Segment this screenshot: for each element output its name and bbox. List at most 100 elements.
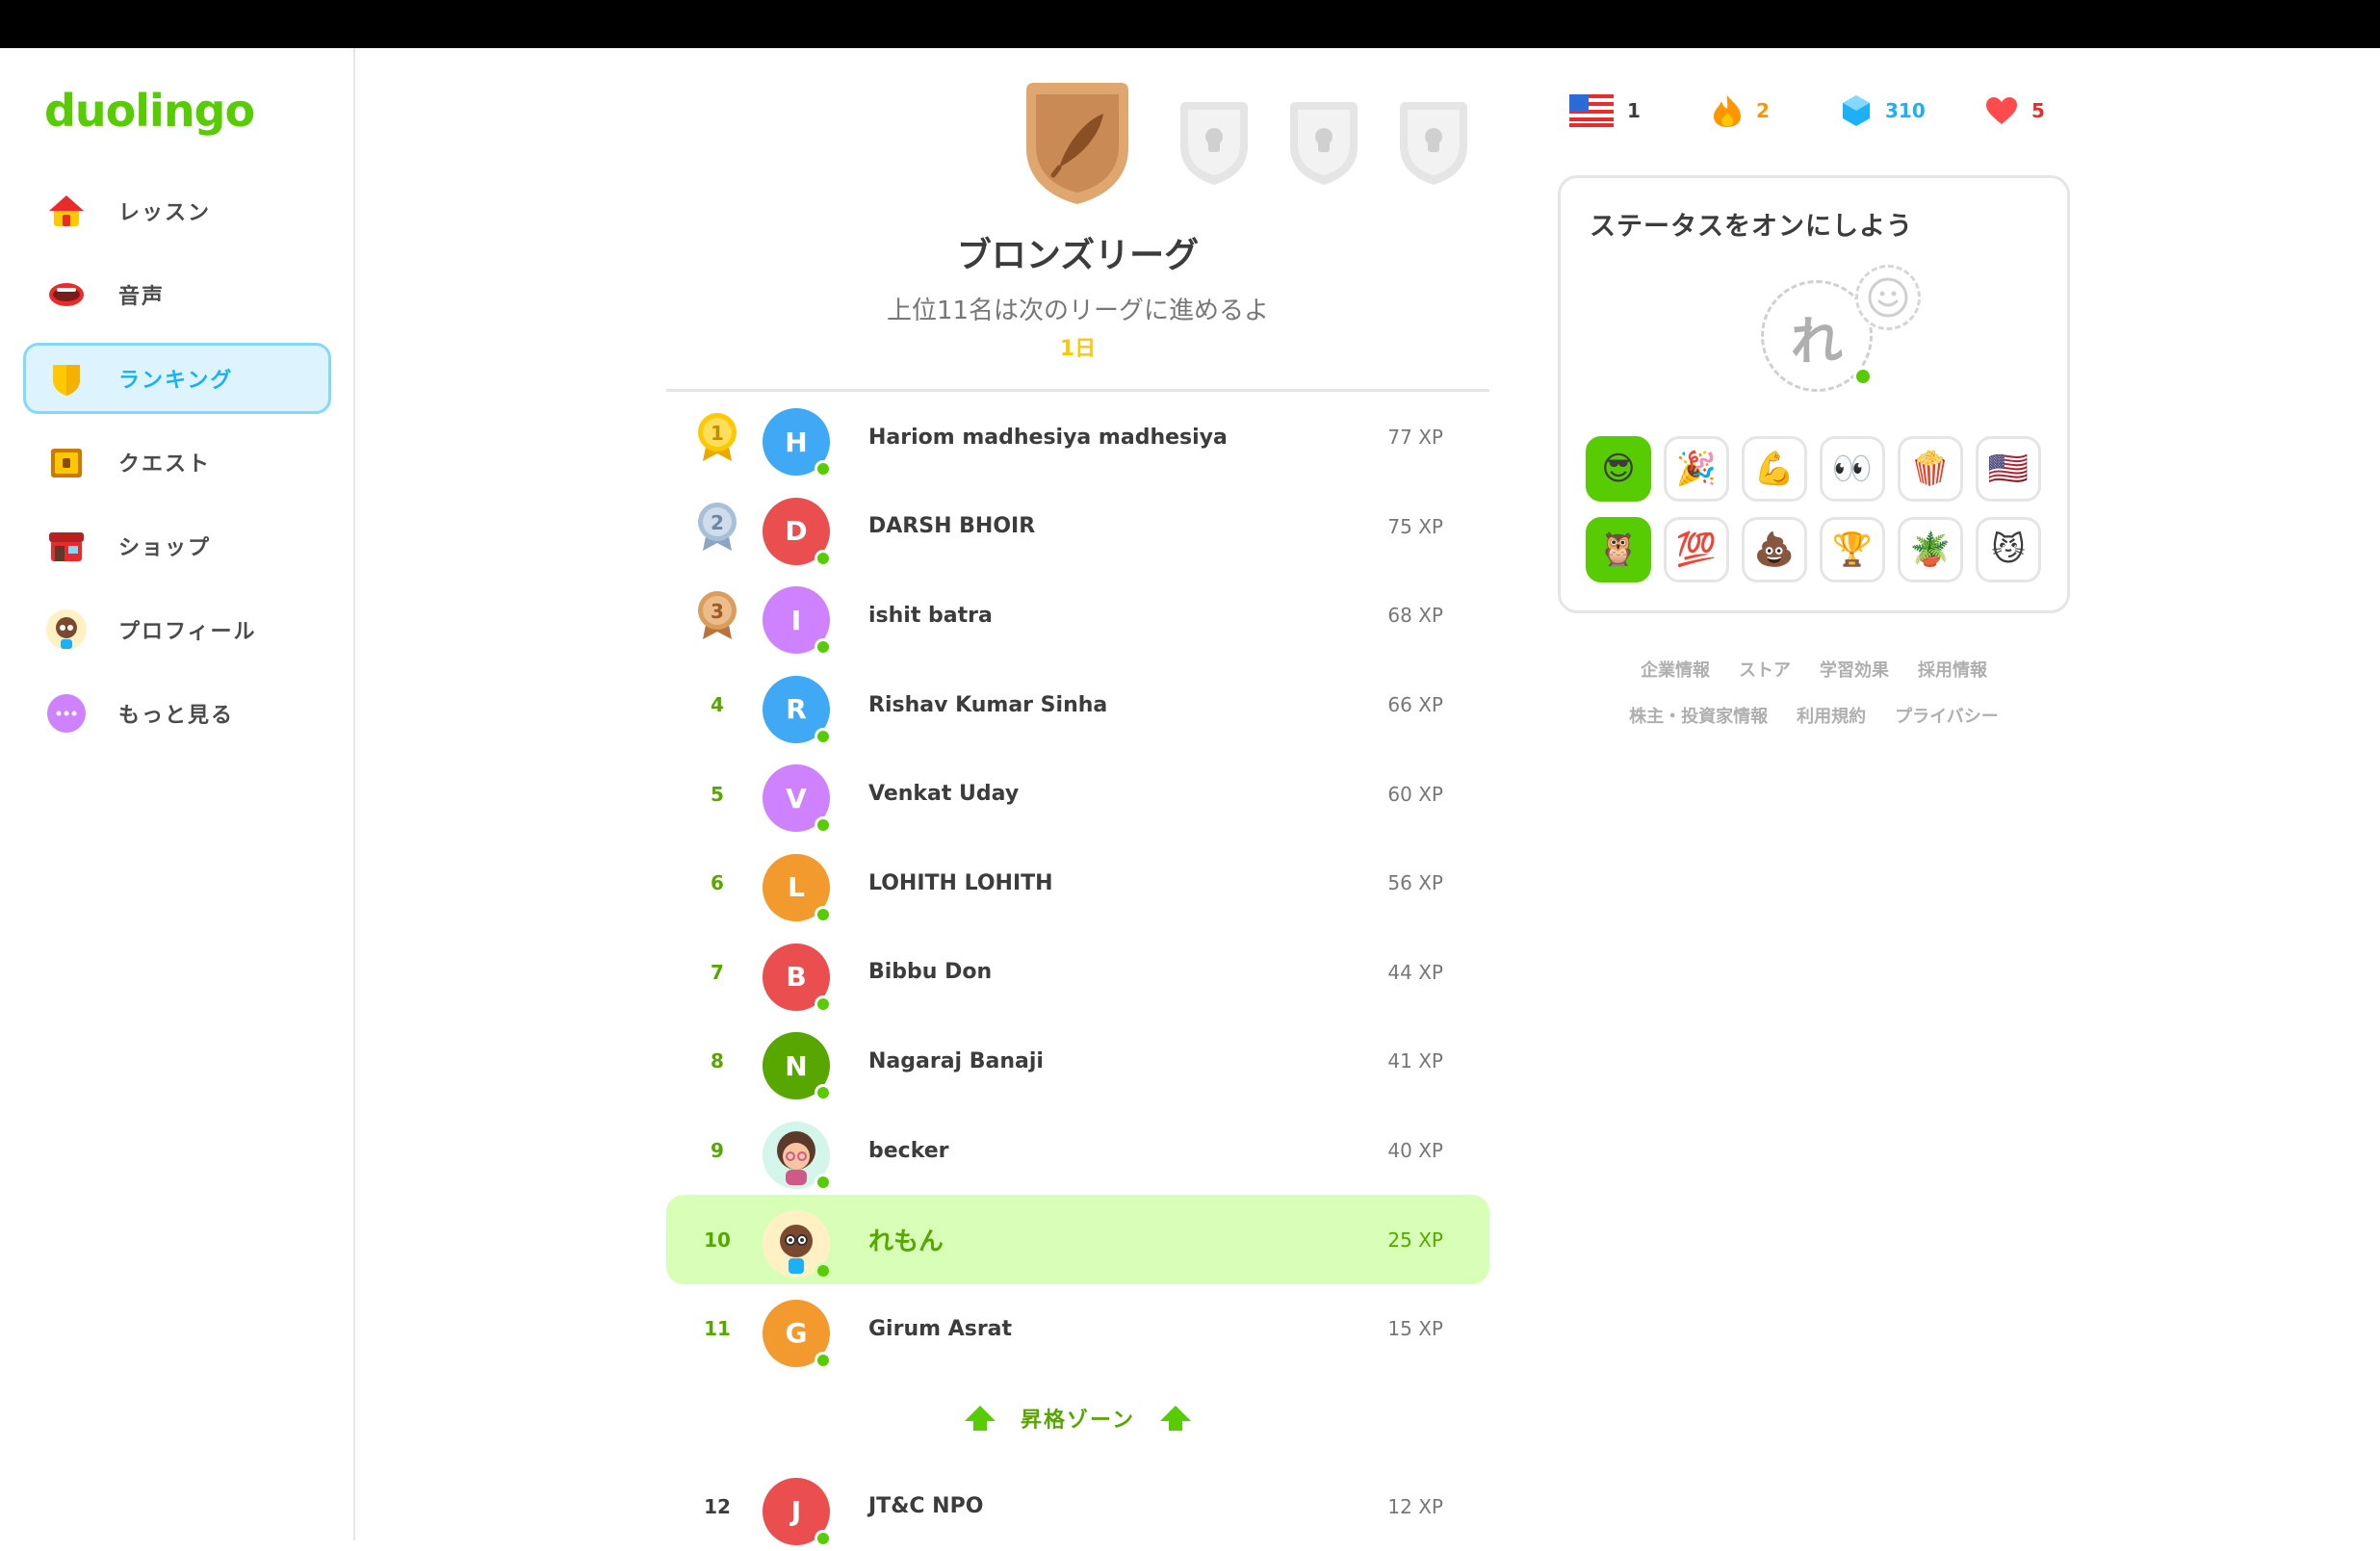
user-xp: 68 XP — [1387, 604, 1443, 628]
avatar[interactable]: G — [763, 1299, 832, 1369]
gems-counter[interactable]: 310 — [1841, 85, 1926, 137]
leaderboard-row[interactable]: 2 D DARSH BHOIR 75 XP — [666, 482, 1489, 572]
sidebar-item-label: クエスト — [118, 452, 212, 477]
us-flag-icon — [1569, 94, 1614, 127]
leaderboard-row[interactable]: 8 N Nagaraj Banaji 41 XP — [666, 1017, 1489, 1106]
duolingo-logo[interactable]: duolingo — [44, 85, 255, 137]
status-option-cat[interactable]: 😼 — [1976, 517, 2041, 582]
footer-link-company[interactable]: 企業情報 — [1641, 657, 1710, 682]
smiley-icon — [1868, 277, 1908, 318]
user-xp: 75 XP — [1387, 514, 1443, 538]
status-option-owl[interactable]: 🦉 — [1586, 517, 1651, 582]
promotion-zone-label: 昇格ゾーン — [1021, 1408, 1135, 1433]
avatar-initial: D — [785, 515, 808, 548]
sidebar-nav: レッスン 音声 ランキング クエスト ショップ プロフィール もっと見る — [23, 175, 331, 762]
sidebar-item-label: プロフィール — [118, 620, 257, 644]
sidebar-item-audio[interactable]: 音声 — [23, 259, 331, 330]
sidebar-item-shop[interactable]: ショップ — [23, 510, 331, 582]
divider — [666, 389, 1489, 392]
avatar[interactable]: N — [763, 1032, 832, 1102]
footer-link-privacy[interactable]: プライバシー — [1895, 703, 1999, 728]
user-name: Nagaraj Banaji — [868, 1048, 1044, 1073]
flame-icon — [1714, 95, 1741, 127]
status-option-hundred[interactable]: 💯 — [1664, 517, 1729, 582]
user-name: becker — [868, 1138, 949, 1163]
avatar[interactable] — [763, 1121, 832, 1191]
bronze-medal-icon: 3 — [698, 591, 737, 640]
status-bubble[interactable] — [1855, 265, 1921, 330]
hearts-counter[interactable]: 5 — [1985, 85, 2045, 137]
status-option-muscle[interactable]: 💪 — [1742, 436, 1807, 502]
avatar[interactable]: D — [763, 497, 832, 567]
online-indicator — [815, 905, 832, 923]
avatar[interactable] — [763, 1210, 832, 1280]
status-option-trophy[interactable]: 🏆 — [1820, 517, 1885, 582]
avatar[interactable]: H — [763, 408, 832, 478]
sidebar-item-profile[interactable]: プロフィール — [23, 594, 331, 665]
status-option-plant[interactable]: 🪴 — [1898, 517, 1963, 582]
online-indicator — [815, 549, 832, 567]
online-indicator — [815, 1084, 832, 1102]
user-name: JT&C NPO — [868, 1494, 984, 1519]
avatar[interactable]: V — [763, 764, 832, 835]
avatar[interactable]: J — [763, 1477, 832, 1547]
league-subtitle: 上位11名は次のリーグに進めるよ — [886, 297, 1270, 325]
shield-icon — [53, 365, 80, 396]
leaderboard-row[interactable]: 5 V Venkat Uday 60 XP — [666, 749, 1489, 839]
avatar[interactable]: L — [763, 853, 832, 923]
user-xp: 66 XP — [1387, 693, 1443, 717]
avatar[interactable]: B — [763, 943, 832, 1013]
footer-link-store[interactable]: ストア — [1739, 657, 1791, 682]
status-option-sunglasses[interactable]: 😎 — [1586, 436, 1651, 502]
leaderboard-row[interactable]: 7 B Bibbu Don 44 XP — [666, 928, 1489, 1018]
footer-link-efficacy[interactable]: 学習効果 — [1820, 657, 1889, 682]
rank-cell: 3 — [666, 571, 768, 660]
svg-text:2: 2 — [711, 511, 724, 534]
leaderboard-row[interactable]: 11 G Girum Asrat 15 XP — [666, 1284, 1489, 1374]
avatar-initial: G — [785, 1317, 808, 1350]
league-title: ブロンズリーグ — [956, 236, 1200, 275]
user-xp: 12 XP — [1387, 1494, 1443, 1518]
sidebar-item-ranking[interactable]: ランキング — [23, 343, 331, 414]
user-name: Venkat Uday — [868, 782, 1020, 807]
stats-bar: 1 2 310 5 — [1569, 85, 2070, 137]
sidebar-item-more[interactable]: もっと見る — [23, 678, 331, 749]
user-name: DARSH BHOIR — [868, 514, 1036, 539]
leaderboard-row[interactable]: 3 I ishit batra 68 XP — [666, 571, 1489, 660]
footer-link-careers[interactable]: 採用情報 — [1918, 657, 1987, 682]
status-card: ステータスをオンにしよう れ 😎 🎉 💪 👀 🍿 🇺🇸 🦉 💯 💩 🏆 🪴 😼 — [1558, 175, 2070, 613]
avatar[interactable]: R — [763, 675, 832, 745]
status-option-us-flag[interactable]: 🇺🇸 — [1976, 436, 2041, 502]
bronze-league-badge-icon — [1026, 83, 1128, 204]
status-option-party[interactable]: 🎉 — [1664, 436, 1729, 502]
sidebar-item-quests[interactable]: クエスト — [23, 427, 331, 498]
streak-counter[interactable]: 2 — [1712, 85, 1770, 137]
locked-league-badge-icon — [1290, 102, 1358, 185]
avatar-initial: V — [786, 782, 807, 814]
leaderboard-row[interactable]: 12 J JT&C NPO 12 XP — [666, 1462, 1489, 1551]
locked-league-badge-icon — [1400, 102, 1467, 185]
footer-link-investors[interactable]: 株主・投資家情報 — [1629, 703, 1768, 728]
status-option-popcorn[interactable]: 🍿 — [1898, 436, 1963, 502]
league-time-left: 1日 — [1059, 337, 1097, 361]
status-option-poop[interactable]: 💩 — [1742, 517, 1807, 582]
sidebar-item-label: ランキング — [118, 369, 234, 393]
heart-icon — [1986, 97, 2017, 124]
avatar-initial: H — [785, 426, 808, 458]
leaderboard-row[interactable]: 9 becker 40 XP — [666, 1106, 1489, 1196]
leaderboard-row[interactable]: 4 R Rishav Kumar Sinha 66 XP — [666, 660, 1489, 750]
user-xp: 77 XP — [1387, 426, 1443, 450]
avatar[interactable]: I — [763, 586, 832, 657]
rank-number: 7 — [711, 960, 724, 984]
footer-link-terms[interactable]: 利用規約 — [1797, 703, 1866, 728]
up-arrow-icon — [1159, 1405, 1191, 1431]
language-selector[interactable]: 1 — [1569, 85, 1641, 137]
leaderboard-row-current-user[interactable]: 10 れもん 25 XP — [666, 1195, 1489, 1284]
sidebar-item-lessons[interactable]: レッスン — [23, 175, 331, 246]
sidebar-item-label: もっと見る — [118, 704, 235, 728]
leaderboard-row[interactable]: 6 L LOHITH LOHITH 56 XP — [666, 839, 1489, 928]
status-option-eyes[interactable]: 👀 — [1820, 436, 1885, 502]
leaderboard-row[interactable]: 1 H Hariom madhesiya madhesiya 77 XP — [666, 393, 1489, 482]
user-name: ishit batra — [868, 603, 993, 628]
rank-number: 4 — [711, 693, 724, 717]
